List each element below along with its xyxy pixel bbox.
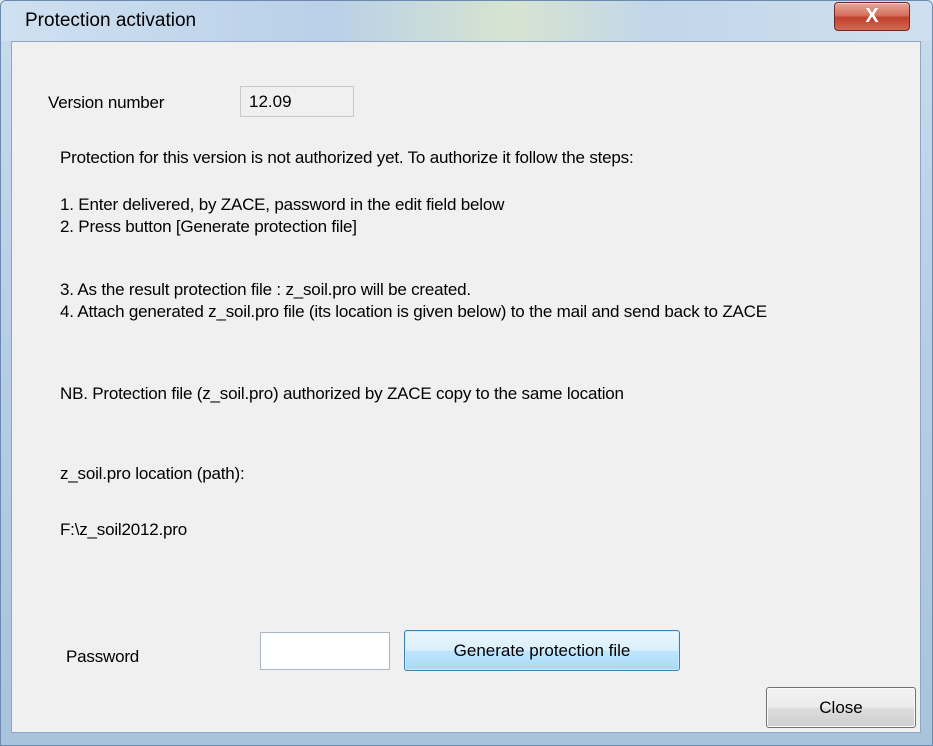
password-input[interactable] — [260, 632, 390, 670]
intro-text: Protection for this version is not autho… — [60, 148, 634, 167]
password-label: Password — [66, 647, 140, 666]
step-1-text: 1. Enter delivered, by ZACE, password in… — [60, 195, 505, 214]
title-bar: Protection activation X — [1, 1, 932, 41]
location-label: z_soil.pro location (path): — [60, 464, 245, 483]
close-button[interactable]: Close — [766, 687, 916, 728]
generate-protection-file-button[interactable]: Generate protection file — [404, 630, 680, 671]
dialog-body: Version number 12.09 Protection for this… — [11, 41, 921, 733]
location-path: F:\z_soil2012.pro — [60, 520, 188, 539]
version-number-label: Version number — [48, 93, 165, 112]
close-icon: X — [865, 5, 879, 27]
version-number-field: 12.09 — [240, 86, 354, 117]
step-4-text: 4. Attach generated z_soil.pro file (its… — [60, 302, 767, 321]
window-title: Protection activation — [25, 10, 197, 31]
protection-activation-dialog: Protection activation X Version number 1… — [0, 0, 933, 746]
window-close-button[interactable]: X — [834, 2, 910, 31]
step-3-text: 3. As the result protection file : z_soi… — [60, 280, 471, 299]
nb-text: NB. Protection file (z_soil.pro) authori… — [60, 384, 624, 403]
step-2-text: 2. Press button [Generate protection fil… — [60, 217, 357, 236]
